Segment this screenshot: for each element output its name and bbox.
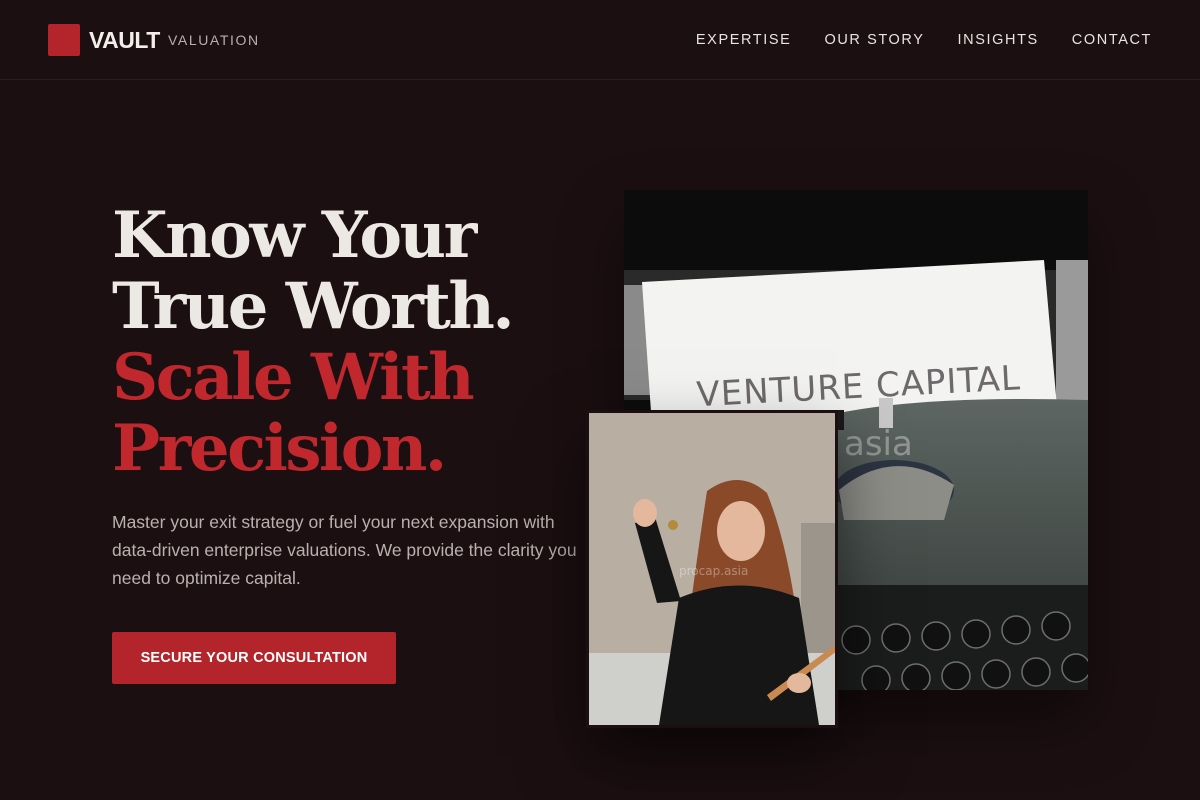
logo-tagline[interactable]: VALUATION	[168, 32, 260, 48]
headline-line: True Worth.	[112, 269, 515, 344]
nav-link-insights[interactable]: INSIGHTS	[958, 31, 1039, 49]
hero-headline: Know Your True Worth. Scale With Precisi…	[112, 198, 515, 486]
nav-link-expertise[interactable]: EXPERTISE	[696, 31, 792, 49]
photo-watermark: procap.asia	[679, 564, 748, 578]
nav-link-our-story[interactable]: OUR STORY	[824, 31, 924, 49]
portrait-photo: procap.asia	[586, 410, 838, 728]
main-nav: EXPERTISE OUR STORY INSIGHTS CONTACT	[696, 31, 1152, 49]
site-header: VAULT VALUATION EXPERTISE OUR STORY INSI…	[0, 0, 1200, 80]
headline-line: Know Your	[112, 198, 477, 273]
secure-consultation-button[interactable]: SECURE YOUR CONSULTATION	[112, 632, 396, 684]
nav-link-contact[interactable]: CONTACT	[1072, 31, 1152, 49]
headline-accent-line: Precision.	[112, 411, 447, 486]
logo-mark[interactable]	[48, 24, 80, 56]
portrait-illustration: procap.asia	[589, 413, 835, 725]
logo-wordmark[interactable]: VAULT	[89, 27, 160, 53]
hero-description: Master your exit strategy or fuel your n…	[112, 512, 577, 588]
headline-accent-line: Scale With	[112, 340, 475, 415]
photo-watermark: asia	[844, 424, 913, 464]
